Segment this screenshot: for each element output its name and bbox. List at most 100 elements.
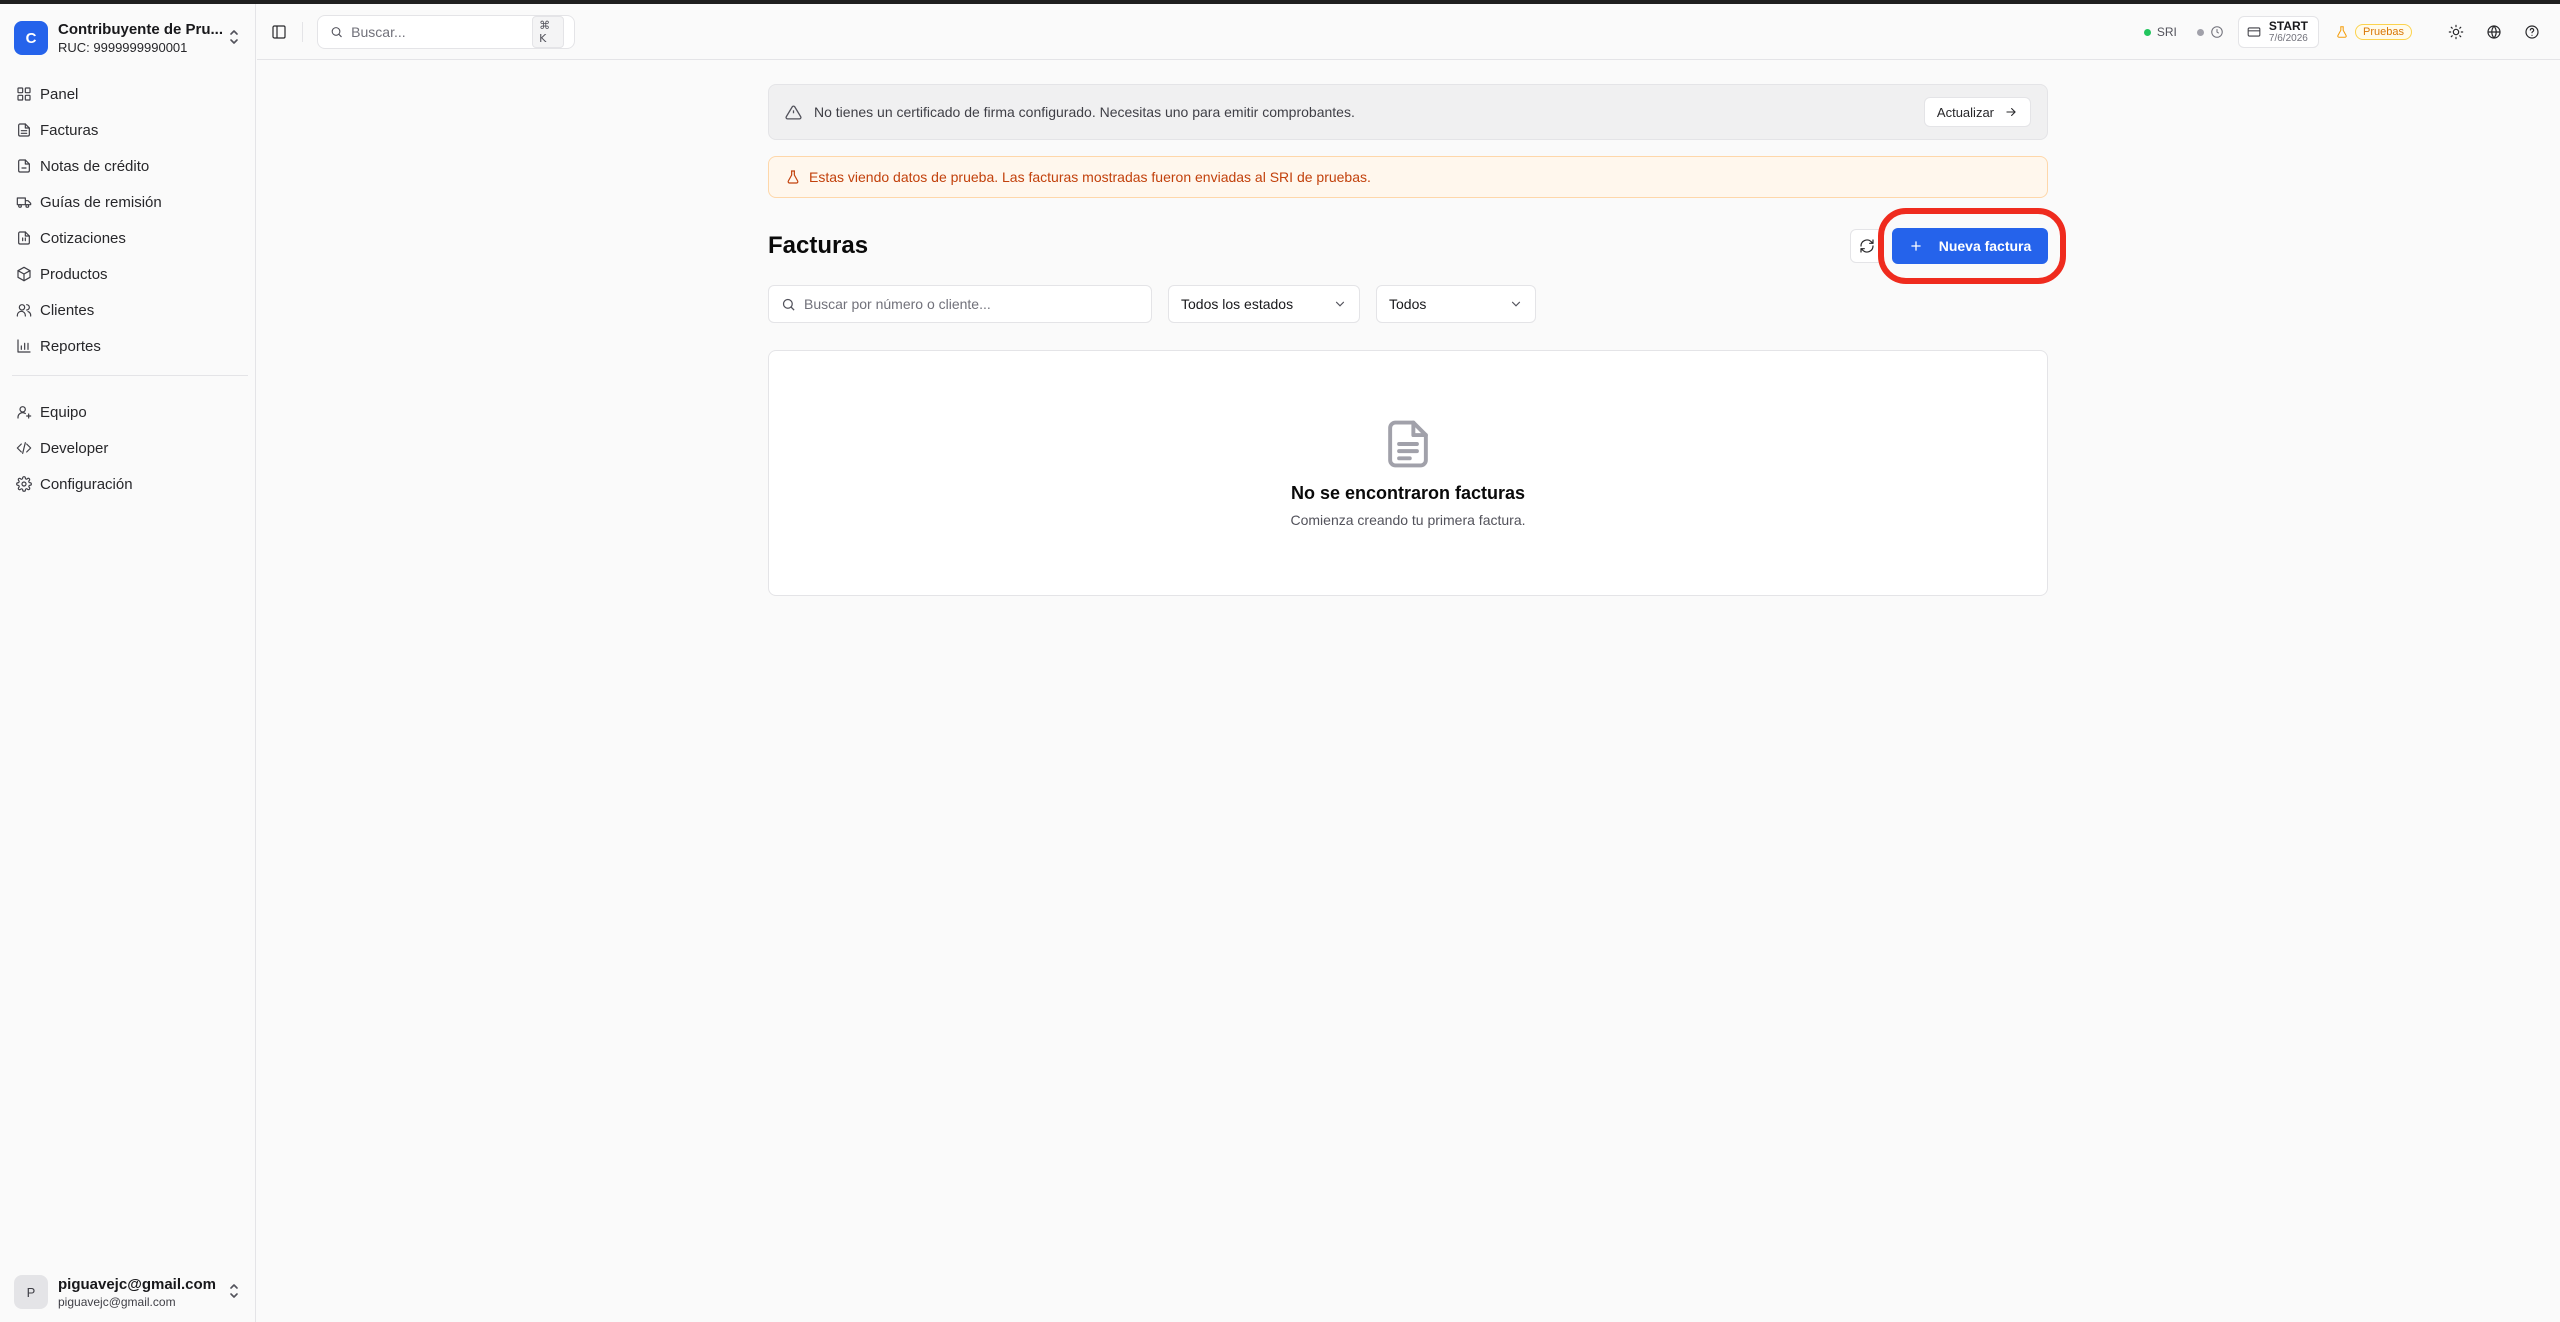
grid-icon	[17, 87, 31, 101]
main-content: No tienes un certificado de firma config…	[768, 84, 2066, 596]
file-minus-icon	[18, 159, 30, 173]
panel-left-icon	[272, 25, 286, 39]
sidebar-item-reportes[interactable]: Reportes	[14, 328, 246, 364]
status-dot	[2143, 28, 2151, 36]
sidebar-item-label: Cotizaciones	[40, 229, 126, 247]
org-avatar: C	[14, 21, 48, 55]
sidebar-item-label: Configuración	[40, 475, 133, 493]
chevrons-up-down-icon	[226, 1282, 242, 1302]
sidebar-item-label: Clientes	[40, 301, 95, 319]
clock-alert-icon	[2211, 26, 2223, 38]
sidebar-item-label: Panel	[40, 85, 79, 103]
user-name: piguavejc@gmail.com	[58, 1275, 217, 1293]
secondary-status[interactable]	[2196, 25, 2224, 39]
sidebar-item-label: Productos	[40, 265, 108, 283]
sidebar-item-label: Facturas	[40, 121, 99, 139]
top-header: ⌘ K SRI START 7/6/2026 Pruebas	[257, 4, 2560, 60]
plus-icon	[1910, 241, 1921, 251]
globe-icon	[2487, 25, 2501, 39]
flask-icon	[2337, 26, 2347, 38]
global-search[interactable]: ⌘ K	[317, 15, 575, 49]
update-button-label: Actualizar	[1936, 104, 1994, 120]
sidebar-item-cotizaciones[interactable]: Cotizaciones	[14, 220, 246, 256]
sidebar-item-label: Reportes	[40, 337, 101, 355]
flask-icon	[787, 170, 799, 184]
sidebar-item-developer[interactable]: Developer	[14, 430, 246, 466]
sidebar-item-label: Notas de crédito	[40, 157, 150, 175]
sidebar-toggle-button[interactable]	[267, 20, 291, 44]
sidebar-item-label: Developer	[40, 439, 109, 457]
env-badge: Pruebas	[2355, 24, 2412, 40]
status-dot	[2196, 28, 2204, 36]
page-title: Facturas	[768, 232, 869, 259]
certificate-alert-text: No tienes un certificado de firma config…	[814, 104, 1355, 120]
status-filter-select[interactable]: Todos los estados	[1168, 285, 1360, 323]
sidebar-item-panel[interactable]: Panel	[14, 76, 246, 112]
sidebar-item-label: Equipo	[40, 403, 87, 421]
update-button[interactable]: Actualizar	[1923, 97, 2031, 127]
warning-triangle-icon	[785, 104, 802, 120]
package-icon	[17, 266, 31, 282]
file-text-icon	[18, 123, 30, 137]
sidebar: C Contribuyente de Pru... RUC: 999999999…	[0, 4, 256, 1322]
sidebar-item-productos[interactable]: Productos	[14, 256, 246, 292]
chevrons-up-down-icon	[226, 28, 242, 48]
sidebar-item-facturas[interactable]: Facturas	[14, 112, 246, 148]
sidebar-divider	[12, 375, 248, 376]
language-button[interactable]	[2480, 18, 2508, 46]
file-quote-icon	[18, 231, 30, 245]
new-invoice-button[interactable]: Nueva factura	[1892, 228, 2048, 264]
empty-state-title: No se encontraron facturas	[1290, 482, 1526, 503]
sidebar-item-configuracion[interactable]: Configuración	[14, 466, 246, 502]
user-menu[interactable]: P piguavejc@gmail.com piguavejc@gmail.co…	[14, 1272, 242, 1312]
file-text-icon	[1388, 420, 1428, 467]
chevron-down-icon	[1335, 301, 1345, 307]
sidebar-item-guias-de-remision[interactable]: Guías de remisión	[14, 184, 246, 220]
org-ruc: RUC: 9999999990001	[58, 40, 188, 55]
sidebar-item-clientes[interactable]: Clientes	[14, 292, 246, 328]
sidebar-item-label: Guías de remisión	[40, 193, 162, 211]
new-invoice-label: Nueva factura	[1938, 238, 2032, 254]
users-icon	[16, 304, 32, 317]
sun-icon	[2448, 24, 2464, 40]
type-filter-select[interactable]: Todos	[1376, 285, 1536, 323]
test-data-alert: Estas viendo datos de prueba. Las factur…	[768, 156, 2048, 198]
bar-chart-icon	[17, 339, 31, 353]
sri-status[interactable]: SRI	[2143, 25, 2177, 39]
refresh-icon	[1860, 239, 1874, 253]
avatar: P	[14, 1275, 48, 1309]
header-divider	[302, 22, 303, 42]
gear-icon	[16, 476, 32, 492]
user-cog-icon	[17, 406, 32, 419]
environment-indicator[interactable]: Pruebas	[2335, 24, 2412, 40]
invoice-search[interactable]	[768, 285, 1152, 323]
test-data-alert-text: Estas viendo datos de prueba. Las factur…	[809, 169, 1371, 185]
empty-state: No se encontraron facturas Comienza crea…	[768, 350, 2048, 596]
help-button[interactable]	[2518, 18, 2546, 46]
primary-nav: Panel Facturas Notas de crédito Guías de…	[14, 76, 246, 364]
status-filter-value: Todos los estados	[1181, 296, 1294, 312]
plan-badge[interactable]: START 7/6/2026	[2237, 16, 2320, 48]
help-circle-icon	[2525, 25, 2539, 39]
type-filter-value: Todos	[1389, 296, 1427, 312]
credit-card-icon	[2247, 27, 2261, 37]
arrow-right-icon	[2006, 107, 2016, 117]
search-input[interactable]	[351, 24, 533, 40]
search-icon	[782, 298, 795, 311]
secondary-nav: Equipo Developer Configuración	[14, 394, 246, 502]
sri-label: SRI	[2156, 25, 2177, 39]
search-icon	[331, 27, 342, 38]
theme-toggle-button[interactable]	[2442, 18, 2470, 46]
refresh-button[interactable]	[1850, 229, 1884, 263]
invoice-search-input[interactable]	[804, 296, 1151, 312]
certificate-alert: No tienes un certificado de firma config…	[768, 84, 2048, 140]
sidebar-item-notas-de-credito[interactable]: Notas de crédito	[14, 148, 246, 184]
org-name: Contribuyente de Pru...	[58, 21, 224, 38]
empty-state-subtitle: Comienza creando tu primera factura.	[1290, 511, 1526, 528]
shortcut-hint: ⌘ K	[532, 16, 564, 48]
truck-icon	[16, 197, 32, 208]
sidebar-item-equipo[interactable]: Equipo	[14, 394, 246, 430]
code-icon	[16, 442, 32, 454]
user-email: piguavejc@gmail.com	[58, 1294, 176, 1309]
org-switcher[interactable]: C Contribuyente de Pru... RUC: 999999999…	[14, 18, 242, 58]
